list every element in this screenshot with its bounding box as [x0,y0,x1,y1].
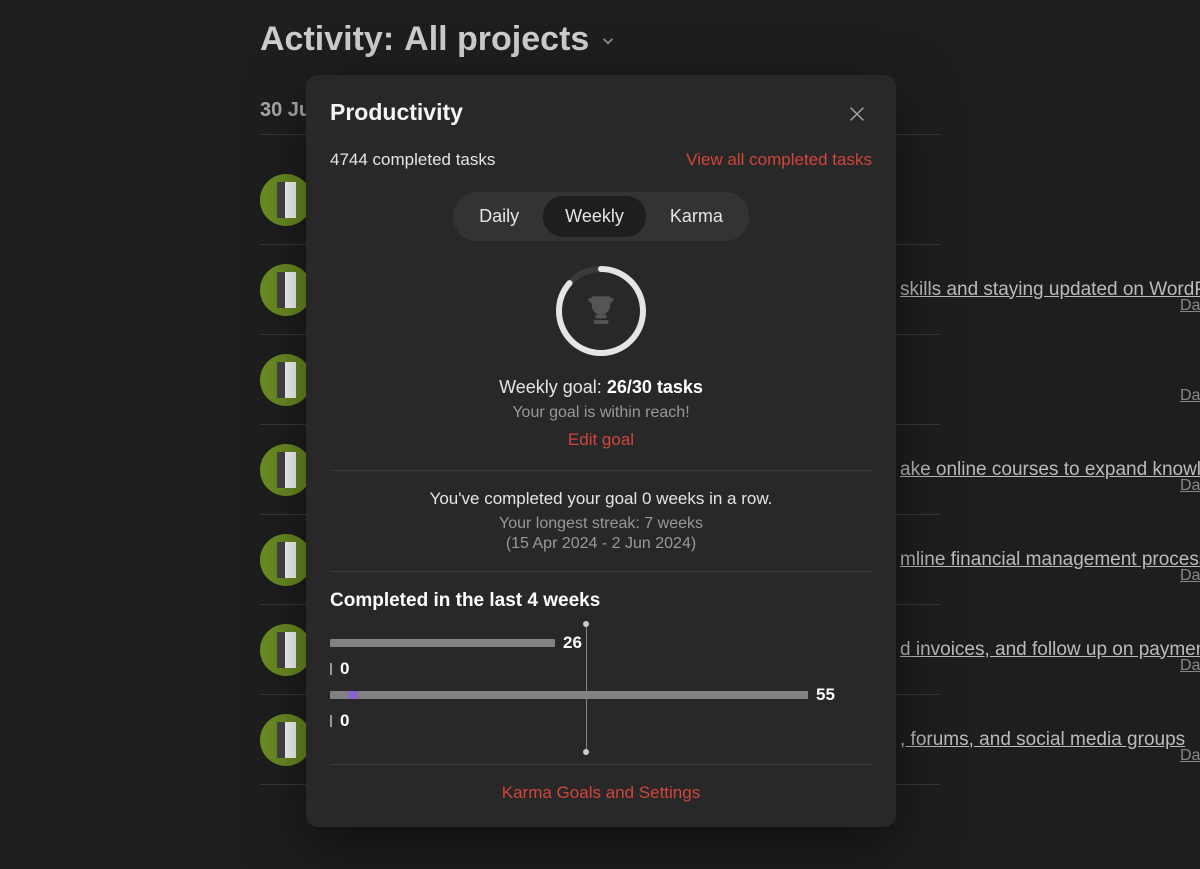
karma-settings-link[interactable]: Karma Goals and Settings [502,783,700,802]
streak-main: You've completed your goal 0 weeks in a … [330,489,872,509]
divider [330,470,872,471]
goal-text: Weekly goal: 26/30 tasks [330,377,872,398]
avatar [260,714,312,766]
bar-seg-purple [348,691,358,699]
activity-sub[interactable]: Da [1180,477,1200,495]
avatar [260,264,312,316]
bar-value: 0 [340,711,349,731]
avatar [260,444,312,496]
activity-link[interactable]: d invoices, and follow up on paymen [900,639,1200,661]
bar-value: 0 [340,659,349,679]
activity-sub[interactable]: Da [1180,297,1200,315]
activity-sub[interactable]: Da [1180,567,1200,585]
activity-sub[interactable]: Da [1180,657,1200,675]
view-tabs: Daily Weekly Karma [330,192,872,241]
activity-link[interactable]: skills and staying updated on WordP [900,279,1200,301]
bar-value: 26 [563,633,582,653]
bar-fill [330,639,555,647]
bar-value: 55 [816,685,835,705]
streak-block: You've completed your goal 0 weeks in a … [330,489,872,553]
progress-trophy [330,263,872,359]
bar-row: 0 [330,656,872,682]
avatar [260,534,312,586]
streak-range: (15 Apr 2024 - 2 Jun 2024) [330,535,872,553]
goal-label: Weekly goal: [499,377,607,397]
divider [330,764,872,765]
bars-title: Completed in the last 4 weeks [330,590,872,612]
bar-fill [330,691,348,699]
modal-title: Productivity [330,99,463,126]
avatar [260,174,312,226]
bar-tick [330,663,332,675]
edit-goal-link[interactable]: Edit goal [568,430,634,449]
divider [330,571,872,572]
tab-daily[interactable]: Daily [457,196,541,237]
avatar [260,624,312,676]
trophy-icon [579,289,623,333]
bar-tick [330,715,332,727]
bar-row: 26 [330,630,872,656]
productivity-modal: Productivity 4744 completed tasks View a… [306,75,896,827]
title-prefix: Activity: [260,20,394,59]
bar-fill [358,691,808,699]
activity-link[interactable]: ake online courses to expand knowle [900,459,1200,481]
tab-weekly[interactable]: Weekly [543,196,646,237]
close-button[interactable] [842,99,872,132]
title-filter: All projects [404,20,589,59]
bar-row: 0 [330,708,872,734]
chevron-down-icon [599,20,617,59]
activity-sub[interactable]: Da [1180,747,1200,765]
bar-row: 55 [330,682,872,708]
activity-link[interactable]: mline financial management process [900,549,1200,571]
weekly-bars-chart: 26 0 55 0 [330,630,872,746]
completed-count: 4744 completed tasks [330,150,495,170]
goal-subtitle: Your goal is within reach! [330,404,872,422]
activity-link[interactable]: , forums, and social media groups [900,729,1185,751]
close-icon [846,103,868,125]
streak-sub: Your longest streak: 7 weeks [330,515,872,533]
goal-value: 26/30 tasks [607,377,703,397]
tab-karma[interactable]: Karma [648,196,745,237]
avatar [260,354,312,406]
activity-sub[interactable]: Da [1180,387,1200,405]
view-all-link[interactable]: View all completed tasks [686,150,872,170]
page-title[interactable]: Activity: All projects [260,20,940,59]
